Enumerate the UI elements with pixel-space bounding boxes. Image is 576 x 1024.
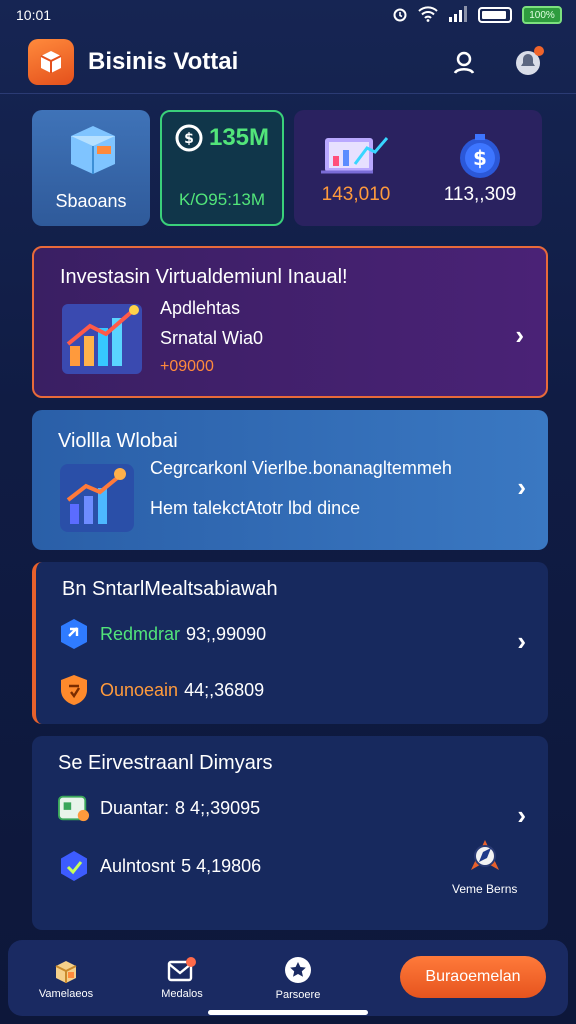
nav-item-home-label: Vamelaeos: [38, 988, 94, 1000]
alarm-icon: [392, 6, 408, 25]
compass-icon: [470, 840, 499, 870]
smart-wealth-row2-label: Ounoeain: [100, 679, 179, 700]
chevron-right-icon: ›: [517, 472, 526, 502]
virtual-mobile-card-title: Viollla Wlobai: [58, 430, 178, 452]
investment-card[interactable]: Investasin Virtualdemiunl Inaual! Apdleh…: [32, 246, 548, 398]
balance-subvalue: K/O95:13M: [179, 190, 265, 209]
wallet-icon: [58, 792, 90, 824]
balance-tile[interactable]: $ 135M K/O95:13M: [160, 110, 284, 226]
virtual-mobile-line-1: Cegrcarkonl Vierlbe.bonanagltemmeh: [150, 458, 452, 478]
smart-wealth-row2-value: 44;,36809: [184, 679, 265, 700]
growth-chart-icon: [62, 304, 142, 374]
nav-item-favorites[interactable]: Parsoere: [240, 955, 356, 1001]
chevron-right-icon: ›: [515, 320, 524, 350]
investment-line-2: Srnatal Wia0: [160, 328, 264, 348]
battery-icon: [478, 7, 512, 23]
investment-dinars-row1-value: 8 4;,39095: [175, 797, 261, 818]
bottom-navigation: Vamelaeos Medalos Parsoere Buraoemelan: [8, 940, 568, 1016]
dollar-badge-icon: $: [460, 134, 500, 178]
app-bar: Bisinis Vottai: [0, 30, 576, 94]
user-icon: [453, 51, 475, 74]
chart-board-icon: [321, 137, 389, 174]
investment-dinars-card-title: Se Eirvestraanl Dimyars: [58, 752, 273, 774]
wifi-icon: [418, 5, 438, 25]
nav-item-messages-label: Medalos: [161, 988, 203, 1000]
investment-card-title: Investasin Virtualdemiunl Inaual!: [60, 266, 348, 288]
battery-percentage: 100%: [522, 6, 562, 24]
dollar-coin-icon: $: [175, 124, 203, 152]
star-badge-icon: [285, 957, 311, 983]
home-indicator: [208, 1010, 368, 1015]
smart-wealth-card[interactable]: Bn SntarlMealtsabiawah Redmdrar 93;,9909…: [32, 562, 548, 724]
nav-item-favorites-label: Parsoere: [275, 989, 321, 1001]
app-title: Bisinis Vottai: [88, 47, 239, 75]
nav-item-home[interactable]: Vamelaeos: [8, 956, 124, 1000]
investment-line-1: Apdlehtas: [160, 298, 241, 318]
savings-tile[interactable]: Sbaoans: [32, 110, 150, 226]
svg-text:$: $: [184, 131, 194, 147]
status-time: 10:01: [16, 7, 52, 23]
stats-value-left: 143,010: [321, 184, 391, 205]
chevron-right-icon: ›: [517, 800, 526, 830]
savings-label: Sbaoans: [55, 191, 127, 211]
investment-amount: +09000: [160, 358, 214, 375]
stats-value-right: 113,,309: [443, 184, 517, 205]
hexagon-check-icon: [58, 850, 90, 882]
investment-dinars-card[interactable]: Se Eirvestraanl Dimyars Duantar: 8 4;,39…: [32, 736, 548, 930]
svg-text:$: $: [473, 146, 487, 170]
signal-icon: [448, 5, 468, 25]
box-icon: [71, 126, 115, 174]
notification-badge: [534, 45, 544, 56]
gift-box-icon: [55, 961, 77, 983]
nav-item-messages[interactable]: Medalos: [124, 956, 240, 1000]
vehicle-shortcut[interactable]: Veme Berns: [452, 836, 517, 896]
virtual-mobile-line-2: Hem talekctAtotr lbd dince: [150, 498, 361, 518]
cube-icon: [58, 618, 90, 650]
investment-dinars-row2-value: 5 4,19806: [181, 855, 262, 876]
smart-wealth-row1-label: Redmdrar: [100, 623, 181, 644]
envelope-icon: [167, 957, 196, 982]
summary-tiles: Sbaoans $ 135M K/O95:13M 143,010 $ 113,,…: [32, 110, 548, 226]
profile-button[interactable]: [444, 42, 484, 82]
app-logo-icon: [28, 38, 74, 85]
vehicle-shortcut-label: Veme Berns: [452, 882, 518, 896]
balance-headline: 135M: [208, 124, 270, 151]
app-screen: 10:01 100% Bisinis Vottai Sbaoans $ 135M…: [0, 0, 576, 1024]
status-bar: 10:01 100%: [0, 0, 576, 30]
stats-tile[interactable]: 143,010 $ 113,,309: [294, 110, 542, 226]
smart-wealth-row1-value: 93;,99090: [186, 623, 267, 644]
investment-dinars-row2-label: Aulntosnt: [100, 855, 176, 876]
chevron-right-icon: ›: [517, 626, 526, 656]
primary-action-button[interactable]: Buraoemelan: [400, 956, 546, 998]
virtual-mobile-card[interactable]: Viollla Wlobai Cegrcarkonl Vierlbe.bonan…: [32, 410, 548, 550]
notifications-button[interactable]: [508, 42, 548, 82]
smart-wealth-card-title: Bn SntarlMealtsabiawah: [62, 578, 278, 600]
trend-chart-icon: [60, 464, 134, 532]
shield-icon: [58, 674, 90, 706]
investment-dinars-row1-label: Duantar:: [100, 797, 170, 818]
